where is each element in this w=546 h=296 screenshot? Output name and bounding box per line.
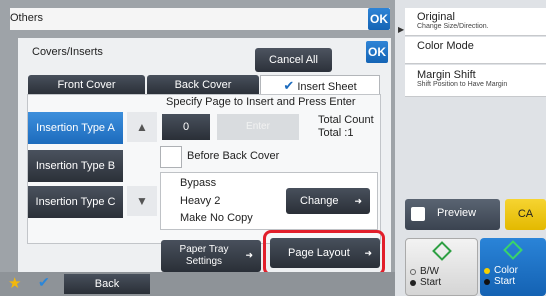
arrow-right-icon: ➜ [354, 196, 362, 206]
total-count-value: Total :1 [318, 127, 354, 139]
ca-button[interactable]: CA [505, 199, 546, 230]
bottom-bar [0, 272, 395, 296]
rp-original-title: Original [417, 11, 455, 23]
rp-margin-shift-sub: Shift Position to Have Margin [417, 81, 508, 88]
back-button[interactable]: Back [64, 274, 150, 294]
preview-label: Preview [437, 207, 477, 219]
rp-color-mode[interactable]: Color Mode [405, 37, 546, 64]
star-icon[interactable]: ★ [8, 274, 21, 292]
bw-start-button[interactable]: B/W Start [405, 238, 478, 296]
before-back-cover-checkbox[interactable] [160, 146, 182, 168]
change-button[interactable]: Change ➜ [286, 188, 370, 214]
arrow-right-icon: ➜ [364, 248, 372, 258]
insertion-type-a-button[interactable]: Insertion Type A [28, 112, 123, 144]
page-number-input[interactable]: 0 [162, 114, 210, 140]
tab-insert-sheet[interactable]: ✔ Insert Sheet [260, 75, 380, 95]
start-dot-icon [484, 279, 490, 285]
page-layout-button[interactable]: Page Layout ➜ [270, 238, 380, 268]
page-layout-label: Page Layout [288, 247, 350, 259]
start-diamond-icon [432, 241, 452, 261]
bw-label: B/W [420, 266, 439, 277]
start-diamond-icon [503, 240, 523, 260]
rp-margin-shift-title: Margin Shift [417, 69, 476, 81]
rp-original[interactable]: Original Change Size/Direction. [405, 8, 546, 36]
rp-color-mode-title: Color Mode [417, 40, 474, 52]
start-dot-icon [410, 280, 416, 286]
color-dot-icon [484, 268, 490, 274]
enter-button[interactable]: Enter [217, 114, 299, 140]
change-label: Change [300, 195, 339, 207]
bw-dot-icon [410, 269, 416, 275]
before-back-cover-label: Before Back Cover [187, 150, 280, 162]
check-icon[interactable]: ✔ [38, 274, 50, 291]
tab-front-cover[interactable]: Front Cover [28, 75, 145, 95]
preview-icon [411, 207, 425, 221]
covers-title: Covers/Inserts [32, 46, 103, 58]
others-ok-button[interactable]: OK [368, 8, 390, 30]
paper-type: Heavy 2 [180, 195, 221, 207]
insertion-type-b-button[interactable]: Insertion Type B [28, 150, 123, 182]
scroll-up-icon[interactable]: ▲ [127, 112, 157, 142]
total-count-label: Total Count [318, 114, 374, 126]
cancel-all-button[interactable]: Cancel All [255, 48, 332, 72]
paper-tray-settings-line2: Settings [185, 256, 223, 267]
rp-margin-shift[interactable]: Margin Shift Shift Position to Have Marg… [405, 65, 546, 97]
others-header: Others [10, 8, 390, 30]
others-title: Others [10, 12, 44, 24]
rp-original-sub: Change Size/Direction. [417, 23, 489, 30]
paper-tray-settings-button[interactable]: Paper Tray Settings ➜ [161, 240, 261, 272]
insertion-type-c-button[interactable]: Insertion Type C [28, 186, 123, 218]
color-start-label: Start [494, 276, 516, 287]
check-icon: ✔ [283, 78, 295, 93]
color-start-button[interactable]: Color Start [480, 238, 546, 296]
scroll-down-icon[interactable]: ▼ [127, 186, 157, 216]
arrow-right-icon: ➜ [245, 250, 253, 260]
tab-back-cover[interactable]: Back Cover [147, 75, 259, 95]
color-label: Color [494, 265, 518, 276]
instruction-text: Specify Page to Insert and Press Enter [166, 96, 356, 108]
covers-ok-button[interactable]: OK [366, 41, 388, 63]
bw-start-label: Start [420, 277, 442, 288]
paper-tray-settings-line1: Paper Tray [179, 244, 229, 255]
paper-tray: Bypass [180, 177, 217, 189]
preview-button[interactable]: Preview [405, 199, 500, 230]
tab-insert-sheet-label: Insert Sheet [297, 81, 357, 93]
make-no-copy-label: Make No Copy [180, 212, 253, 224]
